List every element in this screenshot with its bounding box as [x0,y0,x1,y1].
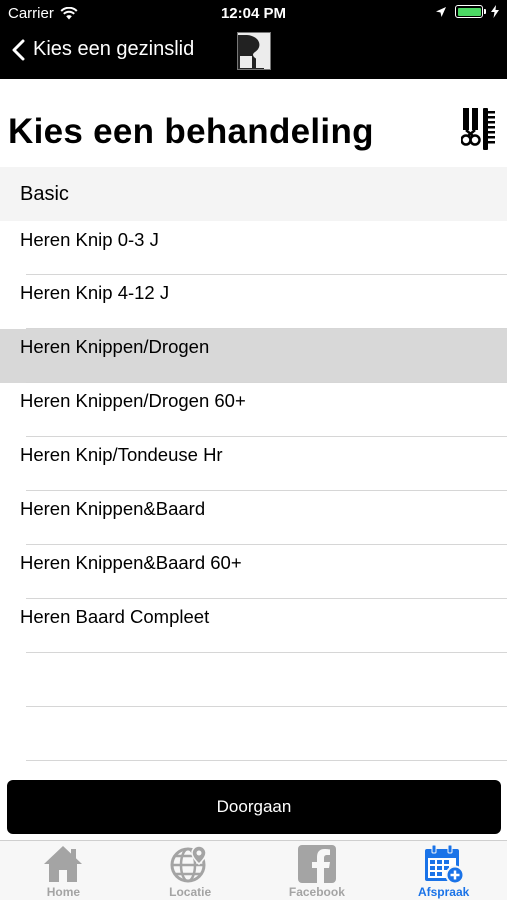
chevron-left-icon [12,39,25,60]
list-item[interactable]: Heren Knippen/Drogen [0,329,507,383]
tab-facebook[interactable]: Facebook [254,841,381,900]
list-item[interactable]: Heren Knippen/Drogen 60+ [0,383,507,437]
tab-locatie[interactable]: Locatie [127,841,254,900]
tab-label: Facebook [288,885,345,899]
empty-row [0,707,507,761]
list-item-label: Heren Knip/Tondeuse Hr [20,444,223,465]
calendar-add-icon [424,844,465,885]
page-title: Kies een behandeling [8,112,374,151]
list-item[interactable]: Heren Knip 0-3 J [0,221,507,275]
scissors-comb-icon [461,108,495,150]
title-row: Kies een behandeling [0,79,507,167]
tab-home[interactable]: Home [0,841,127,900]
globe-location-icon [170,845,207,883]
list-item-label: Heren Baard Compleet [20,606,210,627]
list-item-label: Heren Knippen&Baard 60+ [20,552,242,573]
back-label: Kies een gezinslid [33,38,195,60]
battery-icon [455,5,486,18]
list-item-label: Heren Knip 4-12 J [20,282,170,303]
tab-bar: Home Locatie Facebook Afspraak [0,840,507,900]
list-item-label: Heren Knippen/Drogen 60+ [20,390,246,411]
list-item[interactable]: Heren Knippen&Baard [0,491,507,545]
status-right-group [435,5,499,18]
status-bar: Carrier 12:04 PM [0,0,507,28]
list-item[interactable]: Heren Knip/Tondeuse Hr [0,437,507,491]
continue-button[interactable]: Doorgaan [7,780,501,834]
nav-bar: Kies een gezinslid [0,28,507,79]
tab-label: Afspraak [417,885,470,899]
facebook-icon [297,845,336,884]
back-button[interactable]: Kies een gezinslid [12,38,194,61]
tab-afspraak[interactable]: Afspraak [380,841,507,900]
treatment-list: Heren Knip 0-3 J Heren Knip 4-12 J Heren… [0,221,507,761]
status-time: 12:04 PM [220,5,287,22]
list-item-label: Heren Knippen&Baard [20,498,206,519]
salon-logo [237,32,271,70]
location-arrow-icon [436,6,446,17]
battery-fill [457,7,481,16]
charging-icon [491,5,499,18]
home-icon [44,846,83,882]
section-header: Basic [0,167,507,221]
list-item[interactable]: Heren Knippen&Baard 60+ [0,545,507,599]
empty-row [0,653,507,707]
list-item[interactable]: Heren Knip 4-12 J [0,275,507,329]
salon-logo-graphic [238,33,270,69]
list-item-label: Heren Knip 0-3 J [20,229,159,250]
list-item-label: Heren Knippen/Drogen [20,336,210,357]
list-item[interactable]: Heren Baard Compleet [0,599,507,653]
tab-label: Home [46,885,81,899]
tab-label: Locatie [169,885,212,899]
